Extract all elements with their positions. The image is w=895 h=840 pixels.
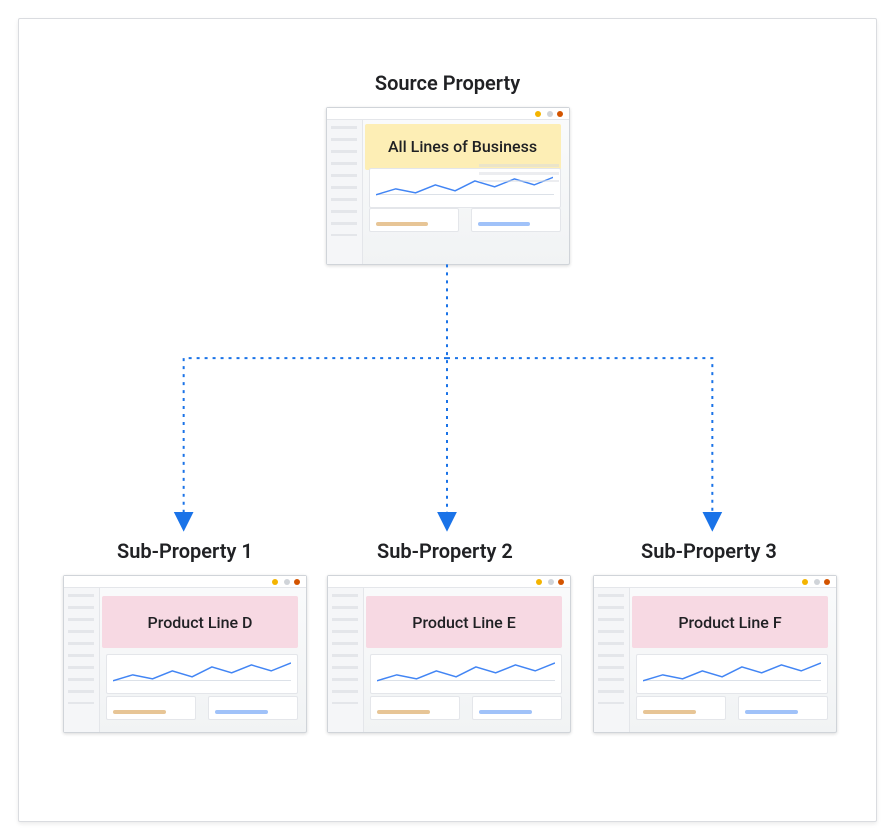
- window-dot-icon: [802, 579, 808, 585]
- thumbnail-sidepanel: [479, 164, 559, 182]
- thumbnail-sidebar: [594, 588, 630, 732]
- thumbnail-sidebar: [64, 588, 100, 732]
- thumbnail-panel: [106, 696, 196, 720]
- thumbnail-chart: [636, 654, 828, 694]
- thumbnail-panel: [636, 696, 726, 720]
- thumbnail-panel: [208, 696, 298, 720]
- window-dot-icon: [536, 579, 542, 585]
- sub-property-1-card: Product Line D: [63, 575, 307, 733]
- window-dot-icon: [284, 579, 290, 585]
- window-dot-icon: [557, 111, 563, 117]
- sub-2-overlay-label: Product Line E: [366, 596, 562, 648]
- sub-property-2-title: Sub-Property 2: [377, 539, 513, 563]
- thumbnail-sidebar: [327, 120, 363, 264]
- thumbnail-topbar: [327, 108, 569, 120]
- thumbnail-panel: [370, 696, 460, 720]
- window-dot-icon: [272, 579, 278, 585]
- thumbnail-panel: [471, 208, 561, 232]
- thumbnail-chart: [370, 654, 562, 694]
- window-dot-icon: [535, 111, 541, 117]
- window-dot-icon: [824, 579, 830, 585]
- thumbnail-topbar: [328, 576, 570, 588]
- thumbnail-sidebar: [328, 588, 364, 732]
- source-property-title: Source Property: [375, 71, 520, 95]
- sub-property-1-title: Sub-Property 1: [117, 539, 253, 563]
- thumbnail-panel: [472, 696, 562, 720]
- diagram-frame: Source Property All Lines of Business: [18, 18, 877, 822]
- thumbnail-panel: [738, 696, 828, 720]
- sub-1-overlay-label: Product Line D: [102, 596, 298, 648]
- window-dot-icon: [558, 579, 564, 585]
- thumbnail-chart: [106, 654, 298, 694]
- sub-property-3-card: Product Line F: [593, 575, 837, 733]
- sub-property-3-title: Sub-Property 3: [641, 539, 777, 563]
- window-dot-icon: [294, 579, 300, 585]
- window-dot-icon: [548, 579, 554, 585]
- thumbnail-panel: [369, 208, 459, 232]
- sub-property-2-card: Product Line E: [327, 575, 571, 733]
- window-dot-icon: [547, 111, 553, 117]
- thumbnail-topbar: [594, 576, 836, 588]
- sub-3-overlay-label: Product Line F: [632, 596, 828, 648]
- thumbnail-topbar: [64, 576, 306, 588]
- window-dot-icon: [814, 579, 820, 585]
- source-property-card: All Lines of Business: [326, 107, 570, 265]
